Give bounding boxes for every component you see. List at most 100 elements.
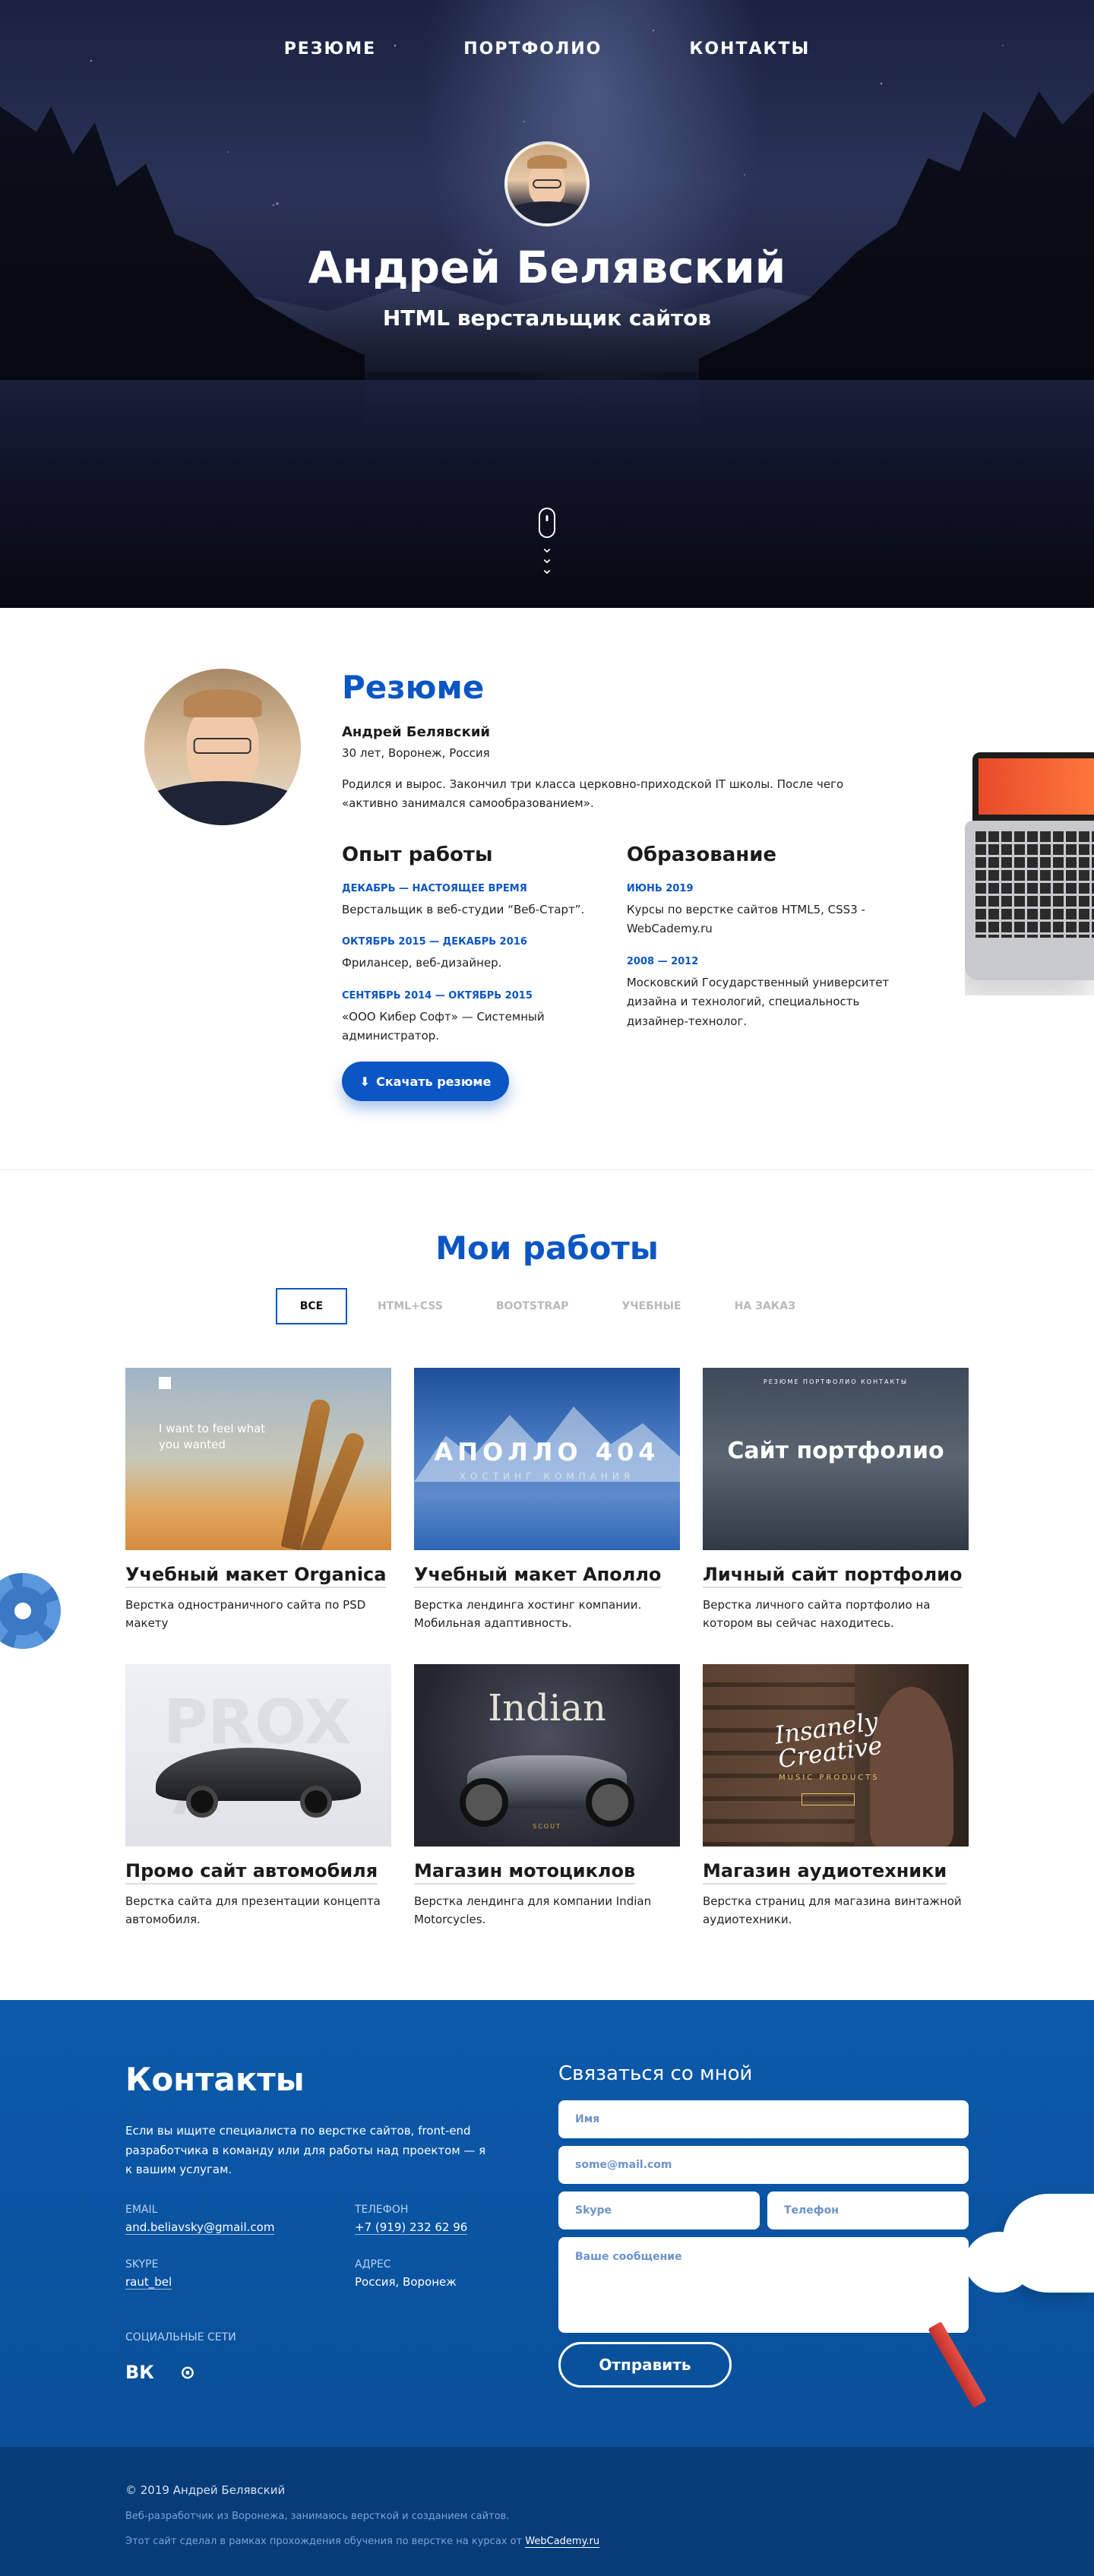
social-label: СОЦИАЛЬНЫЕ СЕТИ	[125, 2331, 236, 2343]
nav-item-resume[interactable]: РЕЗЮМЕ	[284, 40, 377, 59]
contact-address: АДРЕС Россия, Воронеж	[355, 2258, 457, 2289]
cloud-decoration	[965, 2194, 1094, 2293]
download-icon: ⬇	[359, 1074, 371, 1089]
education-desc: Курсы по верстке сайтов HTML5, CSS3 - We…	[626, 902, 865, 936]
contact-skype: SKYPE raut_bel	[125, 2258, 172, 2290]
work-title[interactable]: Учебный макет Organica	[125, 1564, 387, 1588]
work-card[interactable]: I want to feel what you wanted Учебный м…	[125, 1368, 391, 1641]
submit-button[interactable]: Отправить	[558, 2342, 732, 2388]
work-card[interactable]: АПОЛЛО 404 ХОСТИНГ КОМПАНИЯ Учебный маке…	[414, 1368, 680, 1641]
avatar-face	[527, 154, 567, 207]
avatar-suit	[507, 201, 587, 223]
work-card[interactable]: PROX 7 Промо сайт автомобиля Верстка сай…	[125, 1664, 391, 1938]
work-title[interactable]: Магазин аудиотехники	[703, 1860, 947, 1885]
work-title[interactable]: Магазин мотоциклов	[414, 1860, 636, 1885]
work-title[interactable]: Личный сайт портфолио	[703, 1564, 963, 1588]
work-thumbnail-apollo[interactable]: АПОЛЛО 404 ХОСТИНГ КОМПАНИЯ	[414, 1368, 680, 1550]
filter-educational[interactable]: УЧЕБНЫЕ	[599, 1288, 704, 1324]
phone-input[interactable]	[767, 2191, 969, 2229]
work-title[interactable]: Промо сайт автомобиля	[125, 1860, 378, 1885]
vk-icon[interactable]: ВК	[125, 2362, 154, 2383]
resume-columns: Опыт работы ДЕКАБРЬ — НАСТОЯЩЕЕ ВРЕМЯ Ве…	[342, 843, 896, 1046]
thumb-heading: Сайт портфолио	[727, 1438, 944, 1464]
work-thumbnail-moto[interactable]: Indian SCOUT	[414, 1664, 680, 1847]
email-input[interactable]	[558, 2146, 969, 2184]
name-input[interactable]	[558, 2100, 969, 2138]
message-textarea[interactable]	[558, 2237, 969, 2333]
address-value: Россия, Воронеж	[355, 2275, 457, 2289]
footer-course: Этот сайт сделал в рамках прохождения об…	[125, 2536, 1094, 2548]
thumb-subheading: MUSIC PRODUCTS	[779, 1774, 880, 1782]
filter-all[interactable]: ВСЕ	[275, 1288, 347, 1324]
work-card[interactable]: РЕЗЮМЕ ПОРТФОЛИО КОНТАКТЫ Сайт портфолио…	[703, 1368, 969, 1641]
github-icon[interactable]: ⊙	[180, 2362, 195, 2383]
skype-input[interactable]	[558, 2191, 760, 2229]
job-date: СЕНТЯБРЬ 2014 — ОКТЯБРЬ 2015	[342, 989, 533, 1002]
resume-name: Андрей Белявский	[342, 724, 491, 740]
work-card[interactable]: Insanely Creative MUSIC PRODUCTS Магазин…	[703, 1664, 969, 1938]
works-filters: ВСЕ HTML+CSS BOOTSTRAP УЧЕБНЫЕ НА ЗАКАЗ	[0, 1288, 1094, 1324]
work-desc: Верстка лендинга для компании Indian Mot…	[414, 1894, 652, 1926]
work-desc: Верстка одностраничного сайта по PSD мак…	[125, 1598, 366, 1630]
works-grid: I want to feel what you wanted Учебный м…	[125, 1368, 969, 1938]
avatar-face	[183, 688, 261, 791]
education-date: 2008 — 2012	[626, 955, 699, 967]
filter-bootstrap[interactable]: BOOTSTRAP	[473, 1288, 592, 1324]
job-date: ДЕКАБРЬ — НАСТОЯЩЕЕ ВРЕМЯ	[342, 882, 527, 894]
contact-email: EMAIL and.beliavsky@gmail.com	[125, 2204, 275, 2235]
hero-role: HTML верстальщик сайтов	[382, 305, 712, 331]
social-links: ВК ⊙	[125, 2362, 195, 2383]
skype-link[interactable]: raut_bel	[125, 2275, 172, 2290]
email-label: EMAIL	[125, 2204, 158, 2216]
experience-title: Опыт работы	[342, 843, 493, 866]
work-thumbnail-portfolio[interactable]: РЕЗЮМЕ ПОРТФОЛИО КОНТАКТЫ Сайт портфолио	[703, 1368, 969, 1550]
works-title: Мои работы	[435, 1229, 659, 1267]
contacts-title: Контакты	[125, 2061, 305, 2098]
thumb-heading: АПОЛЛО 404	[434, 1438, 660, 1467]
footer-copyright: © 2019 Андрей Белявский	[125, 2483, 286, 2497]
avatar-suit	[144, 781, 301, 825]
moto-wheel	[586, 1778, 634, 1827]
work-title[interactable]: Учебный макет Аполло	[414, 1564, 662, 1588]
thumb-heading: Indian	[488, 1687, 606, 1729]
laptop-base	[965, 821, 1094, 980]
footer-course-text: Этот сайт сделал в рамках прохождения об…	[125, 2536, 526, 2547]
experience-column: Опыт работы ДЕКАБРЬ — НАСТОЯЩЕЕ ВРЕМЯ Ве…	[342, 843, 627, 1046]
education-title: Образование	[626, 843, 777, 866]
thumb-menu: РЕЗЮМЕ ПОРТФОЛИО КОНТАКТЫ	[763, 1378, 909, 1385]
resume-meta: 30 лет, Воронеж, Россия	[342, 746, 490, 760]
laptop-screen	[972, 752, 1094, 821]
resume-title: Резюме	[342, 669, 485, 706]
nav-item-portfolio[interactable]: ПОРТФОЛИО	[463, 40, 602, 59]
email-link[interactable]: and.beliavsky@gmail.com	[125, 2220, 275, 2235]
footer-about: Веб-разработчик из Воронежа, занимаюсь в…	[125, 2511, 510, 2522]
nav-item-contacts[interactable]: КОНТАКТЫ	[689, 40, 810, 59]
job-date: ОКТЯБРЬ 2015 — ДЕКАБРЬ 2016	[342, 936, 527, 948]
footer-course-link[interactable]: WebCademy.ru	[525, 2536, 600, 2548]
thumb-button	[802, 1793, 855, 1805]
work-thumbnail-car[interactable]: PROX 7	[125, 1664, 391, 1847]
work-thumbnail-organica[interactable]: I want to feel what you wanted	[125, 1368, 391, 1550]
job-desc: «ООО Кибер Софт» — Системный администрат…	[342, 1009, 545, 1043]
download-resume-label: Скачать резюме	[376, 1074, 492, 1089]
work-card[interactable]: Indian SCOUT Магазин мотоциклов Верстка …	[414, 1664, 680, 1938]
gear-icon	[0, 1573, 61, 1649]
phone-link[interactable]: +7 (919) 232 62 96	[355, 2220, 468, 2235]
job-desc: Фрилансер, веб-дизайнер.	[342, 956, 502, 970]
pencil-decoration	[928, 2321, 987, 2408]
education-date: ИЮНЬ 2019	[626, 882, 694, 894]
resume-section: Резюме Андрей Белявский 30 лет, Воронеж,…	[0, 608, 1094, 1170]
download-resume-button[interactable]: ⬇ Скачать резюме	[342, 1062, 509, 1101]
resume-content: Резюме Андрей Белявский 30 лет, Воронеж,…	[342, 669, 896, 1046]
footer: © 2019 Андрей Белявский Веб-разработчик …	[0, 2447, 1094, 2576]
hero-section: РЕЗЮМЕ ПОРТФОЛИО КОНТАКТЫ Андрей Белявск…	[0, 0, 1094, 608]
filter-custom[interactable]: НА ЗАКАЗ	[712, 1288, 818, 1324]
scroll-mouse-icon[interactable]	[539, 508, 555, 538]
thumb-subheading: ХОСТИНГ КОМПАНИЯ	[459, 1471, 635, 1482]
works-section: Мои работы ВСЕ HTML+CSS BOOTSTRAP УЧЕБНЫ…	[0, 1170, 1094, 2000]
car-wheel	[300, 1786, 332, 1818]
filter-html-css[interactable]: HTML+CSS	[355, 1288, 466, 1324]
work-thumbnail-audio[interactable]: Insanely Creative MUSIC PRODUCTS	[703, 1664, 969, 1847]
hero-avatar	[504, 141, 590, 226]
contact-phone: ТЕЛЕФОН +7 (919) 232 62 96	[355, 2204, 468, 2235]
